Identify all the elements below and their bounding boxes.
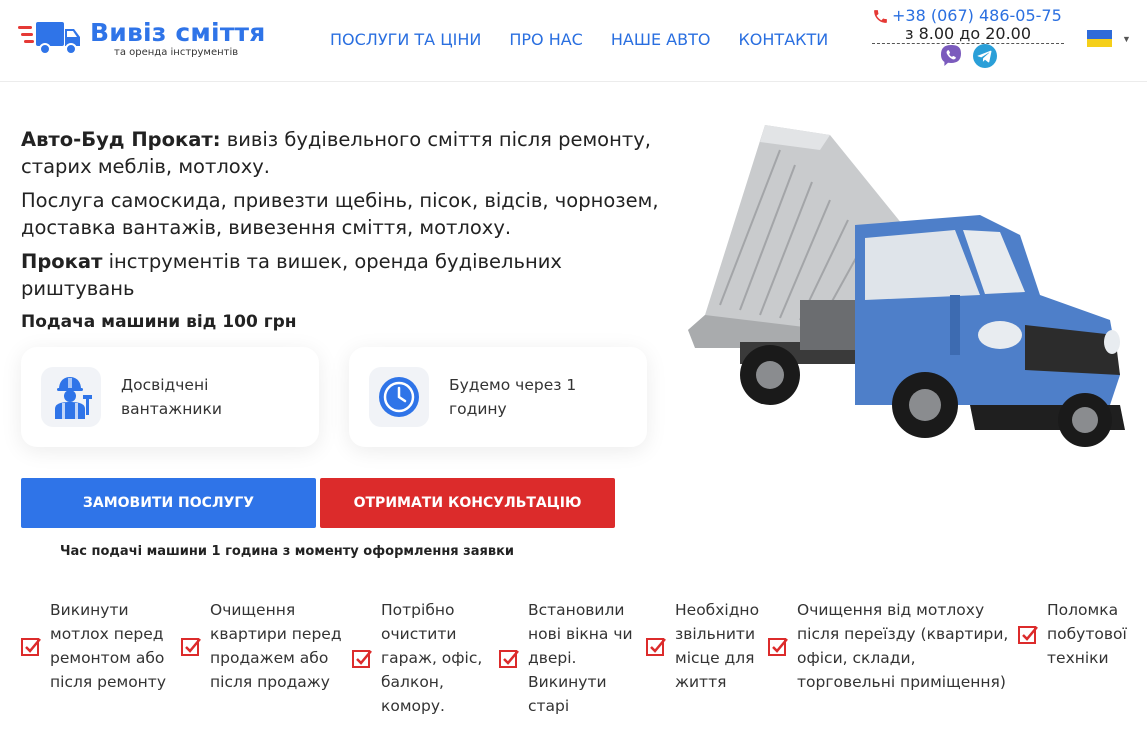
hero-paragraph-1: Авто-Буд Прокат: вивіз будівельного сміт… (21, 126, 661, 180)
list-item: Викинути мотлох перед ремонтом або після… (20, 598, 166, 694)
checkbox-checked-icon (768, 638, 788, 656)
list-item-text: Необхідно звільнити місце для життя (675, 598, 759, 694)
list-line: життя (675, 673, 727, 691)
list-item-text: Очищення квартири перед продажем або піс… (210, 598, 342, 694)
list-line: після продажу (210, 673, 330, 691)
list-line: нові вікна чи (528, 625, 633, 643)
chevron-down-icon: ▼ (1122, 33, 1131, 44)
delivery-time-note: Час подачі машини 1 година з моменту офо… (60, 544, 515, 559)
phone-link[interactable]: +38 (067) 486-05-75 (872, 6, 1064, 26)
list-item: Потрібно очистити гараж, офіс, балкон, к… (351, 598, 482, 718)
working-hours: з 8.00 до 20.00 (872, 26, 1064, 44)
checkbox-checked-icon (646, 638, 666, 656)
messenger-links (938, 43, 1006, 74)
list-item: Поломка побутової техніки (1017, 598, 1127, 670)
list-line: Очищення (210, 601, 296, 619)
list-item: Очищення від мотлоху після переїзду (ква… (767, 598, 1008, 694)
checkbox-checked-icon (181, 638, 201, 656)
list-item-text: Очищення від мотлоху після переїзду (ква… (797, 598, 1008, 694)
list-line: Необхідно (675, 601, 760, 619)
list-line: продажем або (210, 649, 329, 667)
site-header: Вивіз сміття та оренда інструментів ПОСЛ… (0, 0, 1147, 82)
list-line: гараж, офіс, (381, 649, 483, 667)
list-line: офіси, склади, (797, 649, 916, 667)
hero-text: Авто-Буд Прокат: вивіз будівельного сміт… (21, 126, 661, 343)
feature-line: годину (449, 400, 507, 418)
order-service-button[interactable]: ЗАМОВИТИ ПОСЛУГУ (21, 478, 316, 528)
list-line: Викинути (528, 673, 607, 691)
nav-contacts[interactable]: КОНТАКТИ (738, 30, 828, 50)
logo-subtitle: та оренда інструментів (114, 47, 239, 58)
checkbox-checked-icon (352, 650, 372, 668)
list-item: Необхідно звільнити місце для життя (645, 598, 759, 694)
list-line: мотлох перед (50, 625, 164, 643)
list-line: двері. (528, 649, 577, 667)
list-line: комору. (381, 697, 445, 715)
checkbox-checked-icon (1018, 626, 1038, 644)
list-line: квартири перед (210, 625, 342, 643)
logo[interactable]: Вивіз сміття та оренда інструментів (18, 18, 265, 58)
contact-block: +38 (067) 486-05-75 з 8.00 до 20.00 (872, 6, 1064, 44)
list-line: після переїзду (квартири, (797, 625, 1009, 643)
feature-card-time: Будемо через 1 годину (349, 347, 647, 447)
ukraine-flag-icon (1087, 30, 1112, 47)
list-line: побутової (1047, 625, 1127, 643)
checkbox-checked-icon (499, 650, 519, 668)
list-item-text: Потрібно очистити гараж, офіс, балкон, к… (381, 598, 482, 718)
list-line: старі (528, 697, 570, 715)
logo-truck-icon (18, 22, 80, 55)
list-line: після ремонту (50, 673, 167, 691)
list-line: місце для (675, 649, 755, 667)
brand-name: Авто-Буд Прокат: (21, 128, 221, 151)
list-line: Очищення від мотлоху (797, 601, 985, 619)
main-nav: ПОСЛУГИ ТА ЦІНИ ПРО НАС НАШЕ АВТО КОНТАК… (330, 30, 856, 50)
feature-line: Досвідчені (121, 376, 209, 394)
list-item-text: Встановили нові вікна чи двері. Викинути… (528, 598, 633, 718)
checkbox-checked-icon (21, 638, 41, 656)
language-switcher[interactable]: ▼ (1087, 30, 1131, 47)
telegram-icon[interactable] (972, 43, 998, 74)
clock-icon (369, 367, 429, 427)
rental-label: Прокат (21, 250, 103, 273)
list-line: балкон, (381, 673, 444, 691)
feature-line: Будемо через 1 (449, 376, 577, 394)
list-item-text: Викинути мотлох перед ремонтом або після… (50, 598, 166, 694)
list-line: торговельні приміщення) (797, 673, 1006, 691)
phone-number: +38 (067) 486-05-75 (892, 6, 1062, 25)
dump-truck-image (688, 125, 1125, 447)
hero-paragraph-3-text: інструментів та вишек, оренда будівельни… (21, 250, 562, 300)
nav-services-prices[interactable]: ПОСЛУГИ ТА ЦІНИ (330, 30, 481, 50)
logo-title: Вивіз сміття (90, 18, 266, 47)
list-line: Встановили (528, 601, 625, 619)
delivery-price: Подача машини від 100 грн (21, 312, 297, 332)
nav-our-cars[interactable]: НАШЕ АВТО (611, 30, 711, 50)
worker-icon (41, 367, 101, 427)
list-line: ремонтом або (50, 649, 165, 667)
phone-icon (874, 9, 887, 23)
feature-text-loaders: Досвідчені вантажники (121, 373, 222, 421)
hero-paragraph-2: Послуга самоскида, привезти щебінь, пісо… (21, 189, 659, 239)
list-line: техніки (1047, 649, 1109, 667)
list-line: Потрібно (381, 601, 455, 619)
list-line: Поломка (1047, 601, 1119, 619)
list-item: Очищення квартири перед продажем або піс… (180, 598, 342, 694)
hero-paragraph-3: Прокат інструментів та вишек, оренда буд… (21, 248, 661, 302)
viber-icon[interactable] (938, 43, 964, 74)
list-line: Викинути (50, 601, 129, 619)
get-consultation-button[interactable]: ОТРИМАТИ КОНСУЛЬТАЦІЮ (320, 478, 615, 528)
list-item: Встановили нові вікна чи двері. Викинути… (498, 598, 633, 718)
list-line: звільнити (675, 625, 756, 643)
nav-about[interactable]: ПРО НАС (509, 30, 583, 50)
list-line: очистити (381, 625, 457, 643)
feature-line: вантажники (121, 400, 222, 418)
list-item-text: Поломка побутової техніки (1047, 598, 1127, 670)
feature-card-loaders: Досвідчені вантажники (21, 347, 319, 447)
feature-text-time: Будемо через 1 годину (449, 373, 576, 421)
